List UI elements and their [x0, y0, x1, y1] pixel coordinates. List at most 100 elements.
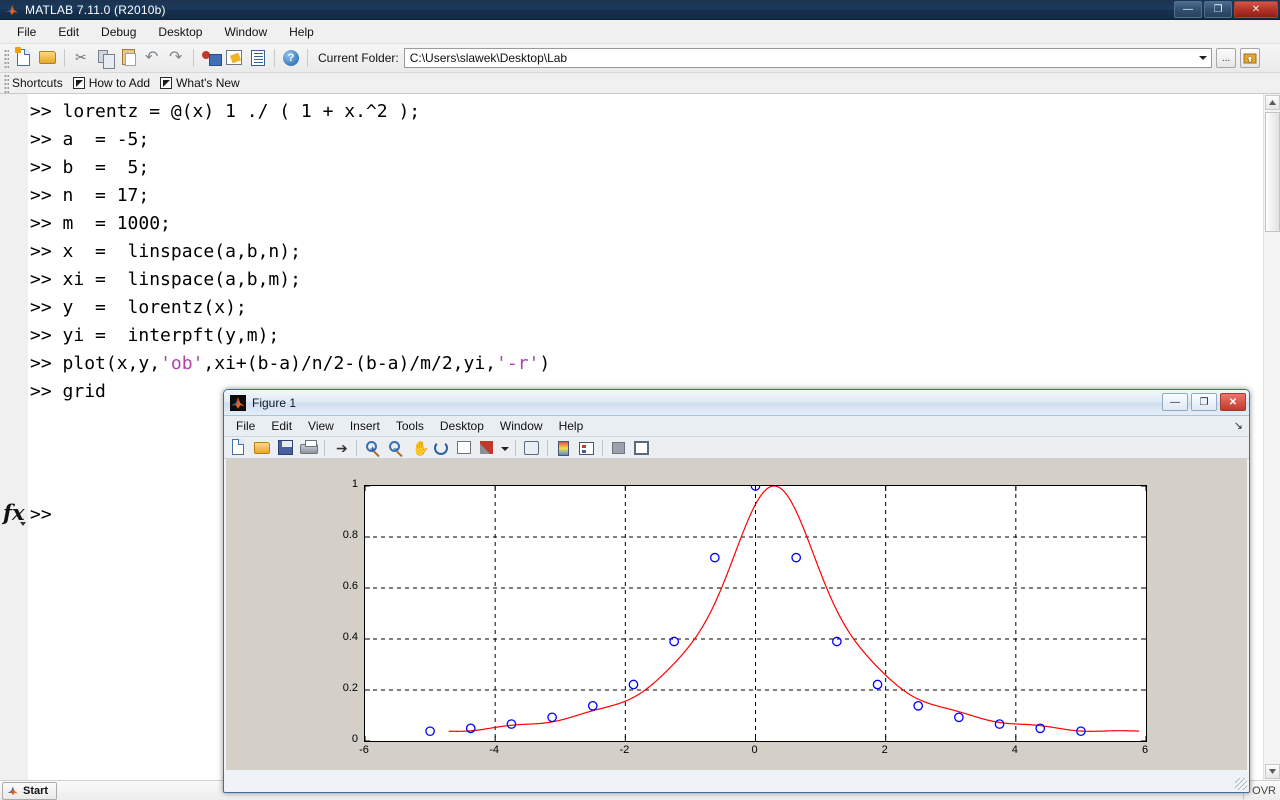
figure-menu-item-file[interactable]: File: [228, 417, 263, 435]
paste-icon[interactable]: [118, 47, 140, 69]
folder-up-icon[interactable]: [1240, 48, 1260, 68]
shortcut-arrow-icon: [72, 77, 85, 89]
figure-menu-item-insert[interactable]: Insert: [342, 417, 388, 435]
figure-menu-item-tools[interactable]: Tools: [388, 417, 432, 435]
menu-item-edit[interactable]: Edit: [47, 22, 90, 42]
command-prompt-marker: >>: [30, 269, 63, 290]
help-icon[interactable]: ?: [280, 47, 302, 69]
shortcuts-grip[interactable]: [4, 73, 9, 93]
new-script-icon[interactable]: [13, 47, 35, 69]
redo-icon[interactable]: ↷: [166, 47, 188, 69]
figure-menu-item-help[interactable]: Help: [551, 417, 592, 435]
menu-item-file[interactable]: File: [6, 22, 47, 42]
guide-icon[interactable]: [223, 47, 245, 69]
data-point-marker: [547, 712, 557, 723]
figure-toolbar-separator-2: [356, 439, 357, 456]
figure-minimize-button[interactable]: —: [1162, 393, 1188, 411]
command-window-scrollbar[interactable]: [1263, 94, 1280, 780]
new-figure-icon[interactable]: [229, 438, 250, 458]
print-figure-icon[interactable]: [298, 438, 319, 458]
link-plot-icon[interactable]: [521, 438, 542, 458]
expand-arrow-icon[interactable]: ↘: [1234, 419, 1243, 432]
command-line: >> b = 5;: [30, 154, 550, 182]
plot-axes[interactable]: [364, 485, 1147, 742]
menu-item-debug[interactable]: Debug: [90, 22, 147, 42]
figure-menu-item-view[interactable]: View: [300, 417, 342, 435]
figure-close-button[interactable]: ✕: [1220, 393, 1246, 411]
main-title-bar: MATLAB 7.11.0 (R2010b) — ❐ ✕: [0, 0, 1280, 20]
figure-title-bar[interactable]: Figure 1 — ❐ ✕: [224, 390, 1249, 416]
command-window-divider: [28, 94, 29, 780]
scroll-up-arrow-icon[interactable]: [1265, 95, 1280, 110]
figure-maximize-button[interactable]: ❐: [1191, 393, 1217, 411]
menu-item-help[interactable]: Help: [278, 22, 325, 42]
y-axis-tick-label: 0.2: [342, 682, 358, 694]
current-folder-value: C:\Users\slawek\Desktop\Lab: [409, 51, 568, 65]
profiler-icon[interactable]: [247, 47, 269, 69]
how-to-add-label[interactable]: How to Add: [89, 76, 150, 90]
data-point-marker: [913, 700, 924, 711]
minimize-button[interactable]: —: [1174, 1, 1202, 18]
figure-title-text: Figure 1: [252, 395, 297, 410]
undo-icon[interactable]: ↶: [142, 47, 164, 69]
copy-icon[interactable]: [94, 47, 116, 69]
open-file-icon[interactable]: [37, 47, 59, 69]
scroll-down-arrow-icon[interactable]: [1265, 764, 1280, 779]
data-point-marker: [628, 679, 639, 690]
rotate-3d-icon[interactable]: [431, 438, 452, 458]
figure-window[interactable]: Figure 1 — ❐ ✕ File Edit View Insert Too…: [223, 389, 1250, 793]
colorbar-icon[interactable]: [553, 438, 574, 458]
pointer-icon[interactable]: ➔: [330, 438, 351, 458]
command-prompt-marker: >>: [30, 241, 63, 262]
x-axis-tick-label: -6: [359, 744, 369, 756]
command-text: ): [539, 353, 551, 374]
maximize-button[interactable]: ❐: [1204, 1, 1232, 18]
data-cursor-icon[interactable]: [454, 438, 475, 458]
open-figure-icon[interactable]: [252, 438, 273, 458]
y-axis-tick-label: 0: [351, 733, 358, 745]
close-button[interactable]: ✕: [1234, 1, 1278, 18]
chevron-down-icon[interactable]: [1199, 49, 1207, 67]
toolbar-separator-2: [193, 49, 194, 67]
command-text: x = linspace(a,b,n);: [62, 241, 301, 262]
command-prompt-marker: >>: [30, 353, 63, 374]
command-prompt[interactable]: >>: [30, 504, 52, 525]
y-axis-tick-label: 0.6: [342, 580, 358, 592]
simulink-icon[interactable]: [199, 47, 222, 69]
figure-canvas[interactable]: -6 -4 -2 0 2 4 6 0 0.2 0.4 0.6 0.8 1: [226, 459, 1247, 770]
figure-menu-item-window[interactable]: Window: [492, 417, 551, 435]
interpolation-curve: [448, 486, 1140, 732]
figure-toolbar-separator-4: [547, 439, 548, 456]
command-text: n = 17;: [62, 185, 150, 206]
current-folder-combobox[interactable]: C:\Users\slawek\Desktop\Lab: [403, 48, 1212, 68]
figure-menu-item-edit[interactable]: Edit: [263, 417, 300, 435]
zoom-in-icon[interactable]: +: [362, 438, 383, 458]
toolbar-grip[interactable]: [4, 48, 9, 68]
legend-icon[interactable]: [576, 438, 597, 458]
command-string-literal: 'ob': [160, 353, 204, 374]
menu-item-window[interactable]: Window: [213, 22, 278, 42]
command-line: >> lorentz = @(x) 1 ./ ( 1 + x.^2 );: [30, 98, 550, 126]
figure-menu-item-desktop[interactable]: Desktop: [432, 417, 492, 435]
figure-resize-grip[interactable]: [1235, 778, 1247, 790]
command-text: ,xi+(b-a)/n/2-(b-a)/m/2,yi,: [203, 353, 497, 374]
zoom-out-icon[interactable]: −: [385, 438, 406, 458]
show-plot-tools-icon[interactable]: [631, 438, 652, 458]
brush-icon[interactable]: [477, 438, 498, 458]
figure-menu-bar: File Edit View Insert Tools Desktop Wind…: [224, 416, 1249, 437]
function-browser-caret-icon[interactable]: [20, 522, 26, 526]
menu-item-desktop[interactable]: Desktop: [147, 22, 213, 42]
hide-plot-tools-icon[interactable]: [608, 438, 629, 458]
cut-icon[interactable]: ✂: [70, 47, 92, 69]
save-figure-icon[interactable]: [275, 438, 296, 458]
shortcuts-label[interactable]: Shortcuts: [12, 76, 63, 90]
current-folder-label: Current Folder:: [318, 51, 399, 65]
pan-icon[interactable]: ✋: [408, 438, 429, 458]
whats-new-label[interactable]: What's New: [176, 76, 240, 90]
toolbar-separator-3: [274, 49, 275, 67]
start-button[interactable]: Start: [2, 781, 58, 800]
scrollbar-thumb[interactable]: [1265, 112, 1280, 232]
x-axis-tick-label: 6: [1141, 744, 1149, 756]
brush-dropdown-icon[interactable]: [500, 438, 510, 458]
browse-folder-button[interactable]: ...: [1216, 48, 1236, 68]
